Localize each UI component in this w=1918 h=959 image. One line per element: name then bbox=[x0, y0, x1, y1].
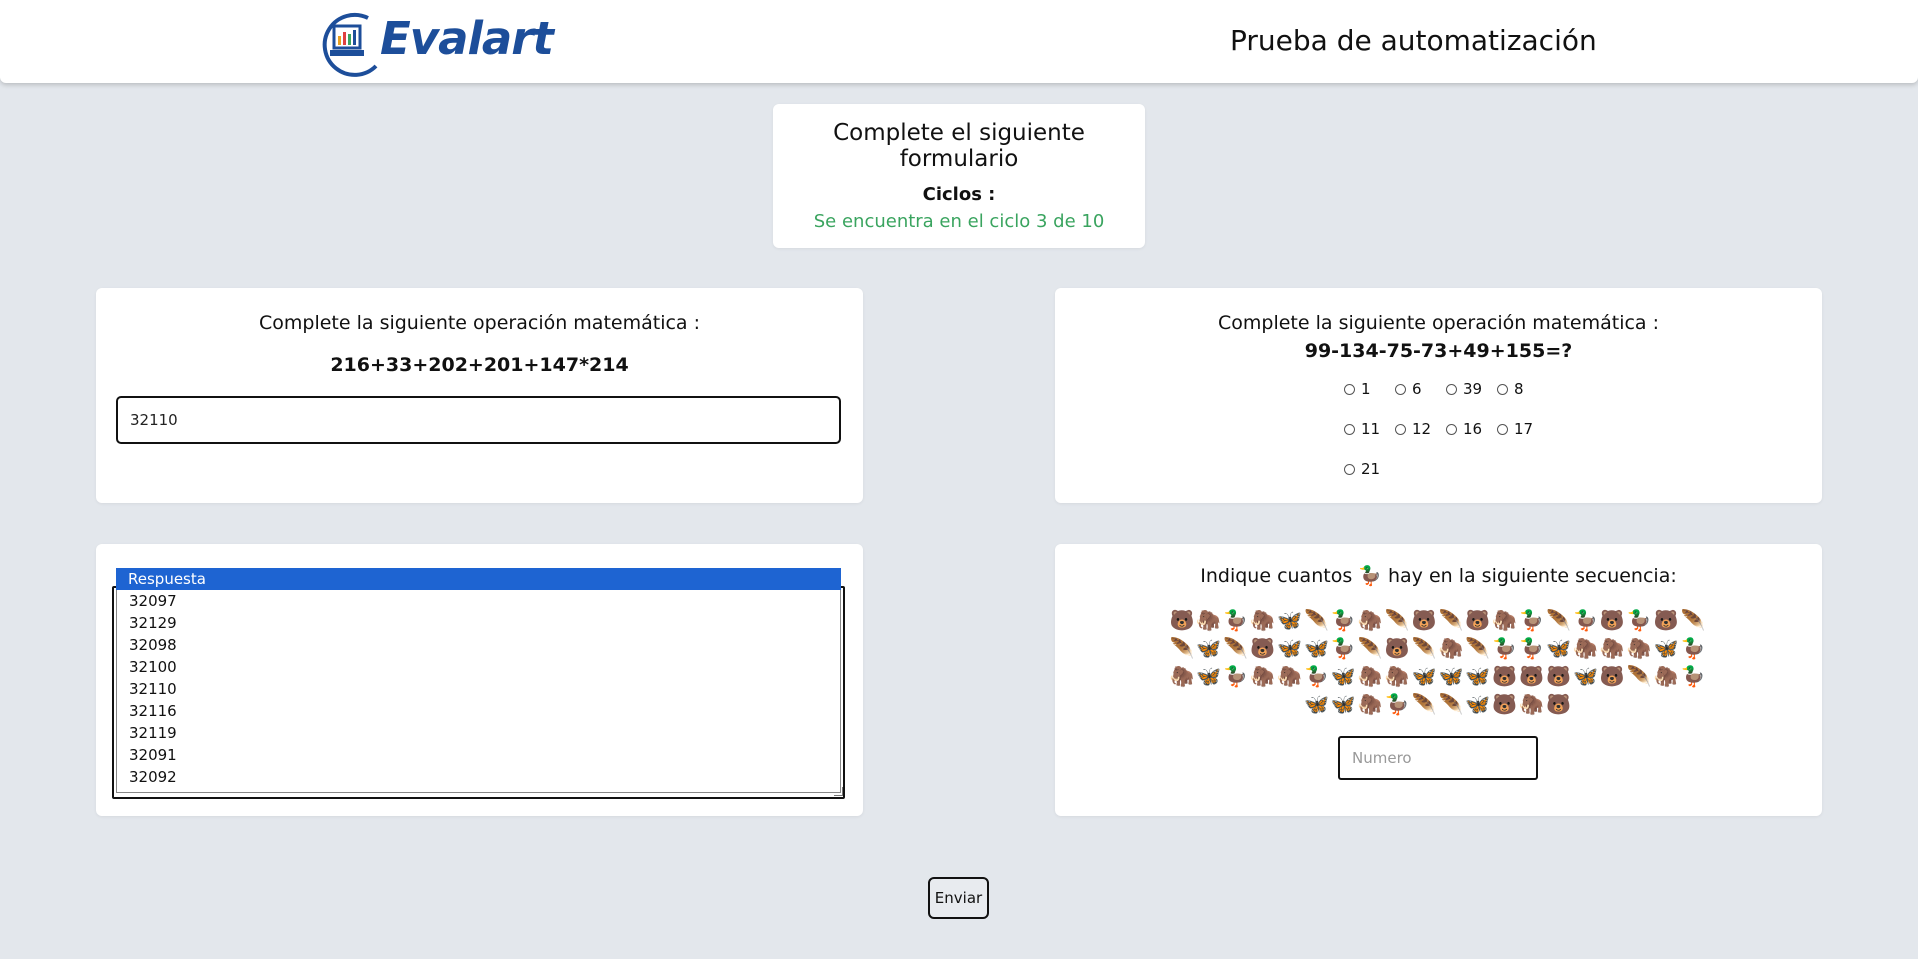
list-option[interactable]: 32110 bbox=[117, 678, 840, 700]
list-option[interactable]: 32097 bbox=[117, 590, 840, 612]
count-input[interactable] bbox=[1338, 736, 1538, 780]
radio-button[interactable] bbox=[1497, 423, 1508, 435]
radio-button[interactable] bbox=[1395, 383, 1406, 395]
radio-button[interactable] bbox=[1446, 423, 1457, 435]
radio-option[interactable]: 6 bbox=[1395, 380, 1422, 398]
page-title: Prueba de automatización bbox=[1230, 24, 1597, 57]
radio-option[interactable]: 39 bbox=[1446, 380, 1482, 398]
math-text-question-card: Complete la siguiente operación matemáti… bbox=[96, 288, 863, 503]
radio-option[interactable]: 21 bbox=[1344, 460, 1380, 478]
list-option[interactable]: 32129 bbox=[117, 612, 840, 634]
evalart-logo: Evalart bbox=[320, 8, 564, 78]
list-option[interactable]: 32119 bbox=[117, 722, 840, 744]
list-option[interactable]: 32116 bbox=[117, 700, 840, 722]
radio-button[interactable] bbox=[1344, 383, 1355, 395]
resize-handle-icon[interactable] bbox=[834, 787, 843, 796]
question-label: Indique cuantos 🦆 hay en la siguiente se… bbox=[1200, 565, 1677, 587]
logo-icon bbox=[322, 12, 378, 77]
radio-option[interactable]: 17 bbox=[1497, 420, 1533, 438]
math-radio-question-card: Complete la siguiente operación matemáti… bbox=[1055, 288, 1822, 503]
duck-icon: 🦆 bbox=[1358, 565, 1382, 587]
cycle-status: Se encuentra en el ciclo 3 de 10 bbox=[813, 211, 1105, 232]
question-label: Complete la siguiente operación matemáti… bbox=[259, 312, 700, 334]
form-title: Complete el siguiente formulario bbox=[833, 120, 1085, 172]
logo-text: Evalart bbox=[380, 12, 554, 65]
question-expression: 216+33+202+201+147*214 bbox=[330, 354, 629, 376]
intro-card: Complete el siguiente formulario Ciclos … bbox=[773, 104, 1145, 248]
emoji-row: 🦋🦋🦣🦆🪶🪶🦋🐻🦣🐻 bbox=[1303, 692, 1574, 716]
listbox-options[interactable]: 32097 32129 32098 32100 32110 32116 3211… bbox=[116, 590, 841, 793]
radio-button[interactable] bbox=[1344, 463, 1355, 475]
submit-button[interactable]: Enviar bbox=[928, 877, 989, 919]
radio-option[interactable]: 12 bbox=[1395, 420, 1431, 438]
radio-option[interactable]: 8 bbox=[1497, 380, 1524, 398]
list-option[interactable]: 32091 bbox=[117, 744, 840, 766]
select-question-card: Respuesta 32097 32129 32098 32100 32110 … bbox=[96, 544, 863, 816]
question-label: Complete la siguiente operación matemáti… bbox=[1218, 312, 1659, 334]
cycles-label: Ciclos : bbox=[922, 184, 996, 205]
emoji-sequence: 🐻🦣🦆🦣🦋🪶🦆🦣🪶🐻🪶🐻🦣🦆🪶🦆🐻🦆🐻🪶 🪶🦋🪶🐻🦋🦋🦆🪶🐻🪶🦣🪶🦆🦆🦋🦣🦣🦣🦋… bbox=[1155, 606, 1722, 718]
radio-option[interactable]: 11 bbox=[1344, 420, 1380, 438]
emoji-row: 🦣🦋🦆🦣🦣🦆🦋🦣🦣🦋🦋🦋🐻🐻🐻🦋🐻🪶🦣🦆 bbox=[1169, 664, 1708, 688]
radio-button[interactable] bbox=[1344, 423, 1355, 435]
list-option[interactable]: 32098 bbox=[117, 634, 840, 656]
emoji-row: 🐻🦣🦆🦣🦋🪶🦆🦣🪶🐻🪶🐻🦣🦆🪶🦆🐻🦆🐻🪶 bbox=[1169, 608, 1708, 632]
radio-button[interactable] bbox=[1497, 383, 1508, 395]
app-header: Evalart Prueba de automatización bbox=[0, 0, 1918, 83]
radio-option[interactable]: 1 bbox=[1344, 380, 1371, 398]
listbox-selected-option[interactable]: Respuesta bbox=[116, 568, 841, 590]
radio-button[interactable] bbox=[1395, 423, 1406, 435]
emoji-row: 🪶🦋🪶🐻🦋🦋🦆🪶🐻🪶🦣🪶🦆🦆🦋🦣🦣🦣🦋🦆 bbox=[1169, 636, 1708, 660]
answer-input[interactable] bbox=[116, 396, 841, 444]
list-option[interactable]: 32100 bbox=[117, 656, 840, 678]
emoji-count-question-card: Indique cuantos 🦆 hay en la siguiente se… bbox=[1055, 544, 1822, 816]
radio-button[interactable] bbox=[1446, 383, 1457, 395]
question-expression: 99-134-75-73+49+155=? bbox=[1304, 340, 1573, 362]
list-option[interactable]: 32092 bbox=[117, 766, 840, 788]
radio-option[interactable]: 16 bbox=[1446, 420, 1482, 438]
